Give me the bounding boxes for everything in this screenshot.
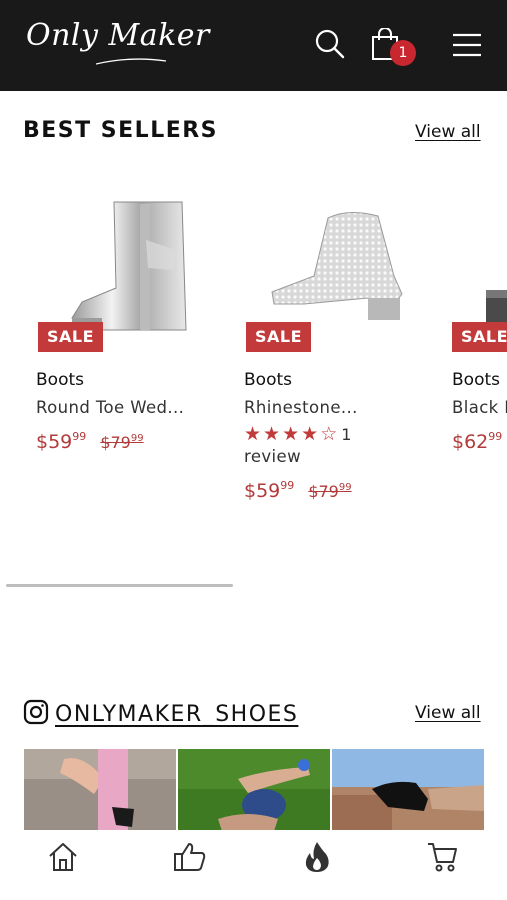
thumbs-up-icon[interactable] <box>172 840 208 874</box>
instagram-handle: ONLYMAKER_SHOES <box>55 702 299 727</box>
logo-swash <box>96 58 166 65</box>
section-title-best-sellers: BEST SELLERS <box>23 118 219 143</box>
brand-logo[interactable]: Only Maker <box>26 18 210 53</box>
star-empty-icon: ☆ <box>320 423 340 445</box>
star-filled-icon: ★ <box>244 423 264 445</box>
product-price: $6299 <box>452 430 503 453</box>
hamburger-menu-icon[interactable] <box>451 28 483 60</box>
sale-badge: SALE <box>38 322 104 352</box>
instagram-photo[interactable] <box>332 749 484 831</box>
home-icon[interactable] <box>46 840 80 874</box>
rating-count: 1 <box>341 425 352 444</box>
star-filled-icon: ★ <box>301 423 321 445</box>
product-name[interactable]: Rhinestone... <box>244 398 358 417</box>
star-filled-icon: ★ <box>263 423 283 445</box>
product-category: Boots <box>36 370 84 390</box>
fire-icon[interactable] <box>302 840 332 874</box>
instagram-photo[interactable] <box>178 749 330 831</box>
bottom-navigation-bar <box>0 830 507 900</box>
review-word: review <box>244 447 301 466</box>
product-price: $5999 $7999 <box>36 430 144 453</box>
instagram-icon <box>23 699 49 725</box>
product-name[interactable]: Round Toe Wed... <box>36 398 184 417</box>
top-header: Only Maker 1 <box>0 0 507 91</box>
product-name[interactable]: Black I <box>452 398 507 417</box>
search-icon[interactable] <box>314 28 346 60</box>
product-price: $5999 $7999 <box>244 479 352 502</box>
instagram-section-title[interactable]: ONLYMAKER_SHOES <box>23 699 298 727</box>
instagram-photo[interactable] <box>24 749 176 831</box>
sale-badge: SALE <box>246 322 312 352</box>
cart-icon[interactable] <box>426 840 460 874</box>
product-card[interactable]: SALE Boots Black I $6299 <box>452 180 507 480</box>
sale-badge: SALE <box>452 322 507 352</box>
product-category: Boots <box>244 370 292 390</box>
instagram-view-all-link[interactable]: View all <box>415 703 481 723</box>
cart-count-badge: 1 <box>390 40 416 66</box>
product-category: Boots <box>452 370 500 390</box>
carousel-scrollbar[interactable] <box>6 584 233 587</box>
star-filled-icon: ★ <box>282 423 302 445</box>
best-sellers-view-all-link[interactable]: View all <box>415 122 481 142</box>
star-rating: ★★★★☆ 1 <box>244 423 351 445</box>
